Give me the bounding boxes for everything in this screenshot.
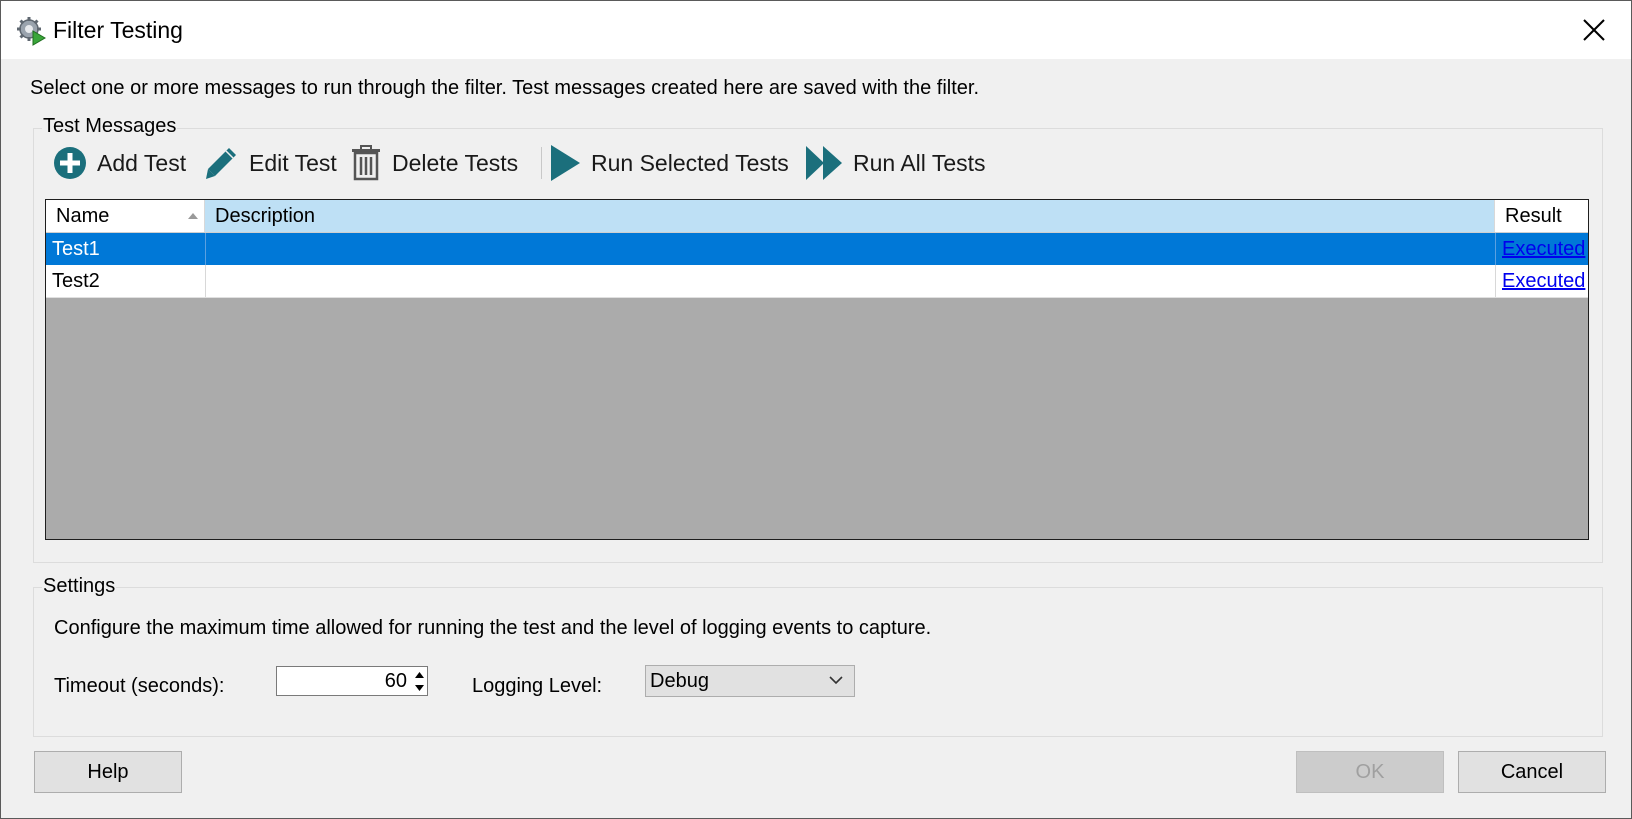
window-title: Filter Testing bbox=[53, 17, 183, 43]
table-row[interactable]: Test1 Executed bbox=[46, 233, 1588, 265]
play-icon bbox=[551, 145, 580, 181]
run-all-tests-label: Run All Tests bbox=[853, 149, 986, 176]
column-header-result-label: Result bbox=[1505, 205, 1562, 227]
close-icon bbox=[1583, 19, 1605, 41]
logging-level-label: Logging Level: bbox=[472, 675, 603, 697]
settings-group-label: Settings bbox=[42, 575, 117, 598]
column-header-description[interactable]: Description bbox=[205, 200, 1494, 232]
spinner-down-button[interactable] bbox=[412, 681, 426, 694]
close-button[interactable] bbox=[1571, 9, 1617, 51]
result-executed-link[interactable]: Executed bbox=[1502, 270, 1585, 292]
spinner-arrows bbox=[412, 668, 426, 694]
settings-group bbox=[33, 587, 1603, 737]
row-description-cell bbox=[205, 233, 1494, 265]
result-executed-link[interactable]: Executed bbox=[1502, 238, 1585, 260]
run-all-tests-button[interactable]: Run All Tests bbox=[805, 141, 986, 185]
add-test-label: Add Test bbox=[97, 149, 187, 176]
run-selected-tests-label: Run Selected Tests bbox=[591, 149, 789, 176]
logging-level-value: Debug bbox=[650, 670, 709, 692]
caret-down-icon bbox=[414, 684, 424, 691]
grid-header: Name Description Result bbox=[46, 200, 1588, 233]
table-row[interactable]: Test2 Executed bbox=[46, 265, 1588, 298]
trash-icon bbox=[352, 145, 380, 181]
row-name-cell: Test2 bbox=[52, 270, 100, 292]
logging-level-dropdown[interactable]: Debug bbox=[645, 665, 855, 697]
test-toolbar: Add Test Edit Test Delete Tests Run Sele… bbox=[45, 141, 1591, 185]
edit-test-label: Edit Test bbox=[249, 149, 337, 176]
timeout-value: 60 bbox=[384, 670, 407, 692]
column-header-description-label: Description bbox=[215, 205, 316, 227]
chevron-down-icon bbox=[829, 676, 843, 685]
cancel-button[interactable]: Cancel bbox=[1458, 751, 1606, 793]
toolbar-separator bbox=[541, 147, 542, 179]
row-description-cell bbox=[205, 265, 1494, 297]
row-result-cell: Executed bbox=[1495, 265, 1588, 297]
sort-ascending-icon bbox=[188, 213, 198, 219]
add-test-button[interactable]: Add Test bbox=[53, 141, 186, 185]
pencil-icon bbox=[206, 148, 236, 179]
title-bar: Filter Testing bbox=[1, 1, 1631, 59]
settings-description: Configure the maximum time allowed for r… bbox=[54, 617, 932, 639]
help-button[interactable]: Help bbox=[34, 751, 182, 793]
intro-text: Select one or more messages to run throu… bbox=[30, 77, 980, 99]
row-name-cell: Test1 bbox=[52, 238, 100, 260]
fast-forward-icon bbox=[806, 146, 842, 180]
plus-circle-icon bbox=[54, 147, 86, 179]
column-header-name-label: Name bbox=[56, 205, 110, 227]
delete-tests-label: Delete Tests bbox=[392, 149, 519, 176]
delete-tests-button[interactable]: Delete Tests bbox=[350, 141, 518, 185]
row-result-cell: Executed bbox=[1495, 233, 1588, 265]
timeout-label: Timeout (seconds): bbox=[54, 675, 225, 697]
ok-button[interactable]: OK bbox=[1296, 751, 1444, 793]
run-selected-tests-button[interactable]: Run Selected Tests bbox=[549, 141, 789, 185]
test-messages-grid[interactable]: Name Description Result Test1 Executed T… bbox=[45, 199, 1589, 540]
edit-test-button[interactable]: Edit Test bbox=[203, 141, 337, 185]
gear-play-icon bbox=[17, 17, 46, 46]
timeout-spinner[interactable]: 60 bbox=[276, 666, 428, 696]
caret-up-icon bbox=[414, 671, 424, 678]
filter-testing-dialog: Filter Testing Select one or more messag… bbox=[0, 0, 1632, 819]
test-messages-group-label: Test Messages bbox=[42, 115, 178, 138]
column-header-result[interactable]: Result bbox=[1495, 200, 1588, 232]
spinner-up-button[interactable] bbox=[412, 668, 426, 681]
column-header-name[interactable]: Name bbox=[46, 200, 204, 232]
